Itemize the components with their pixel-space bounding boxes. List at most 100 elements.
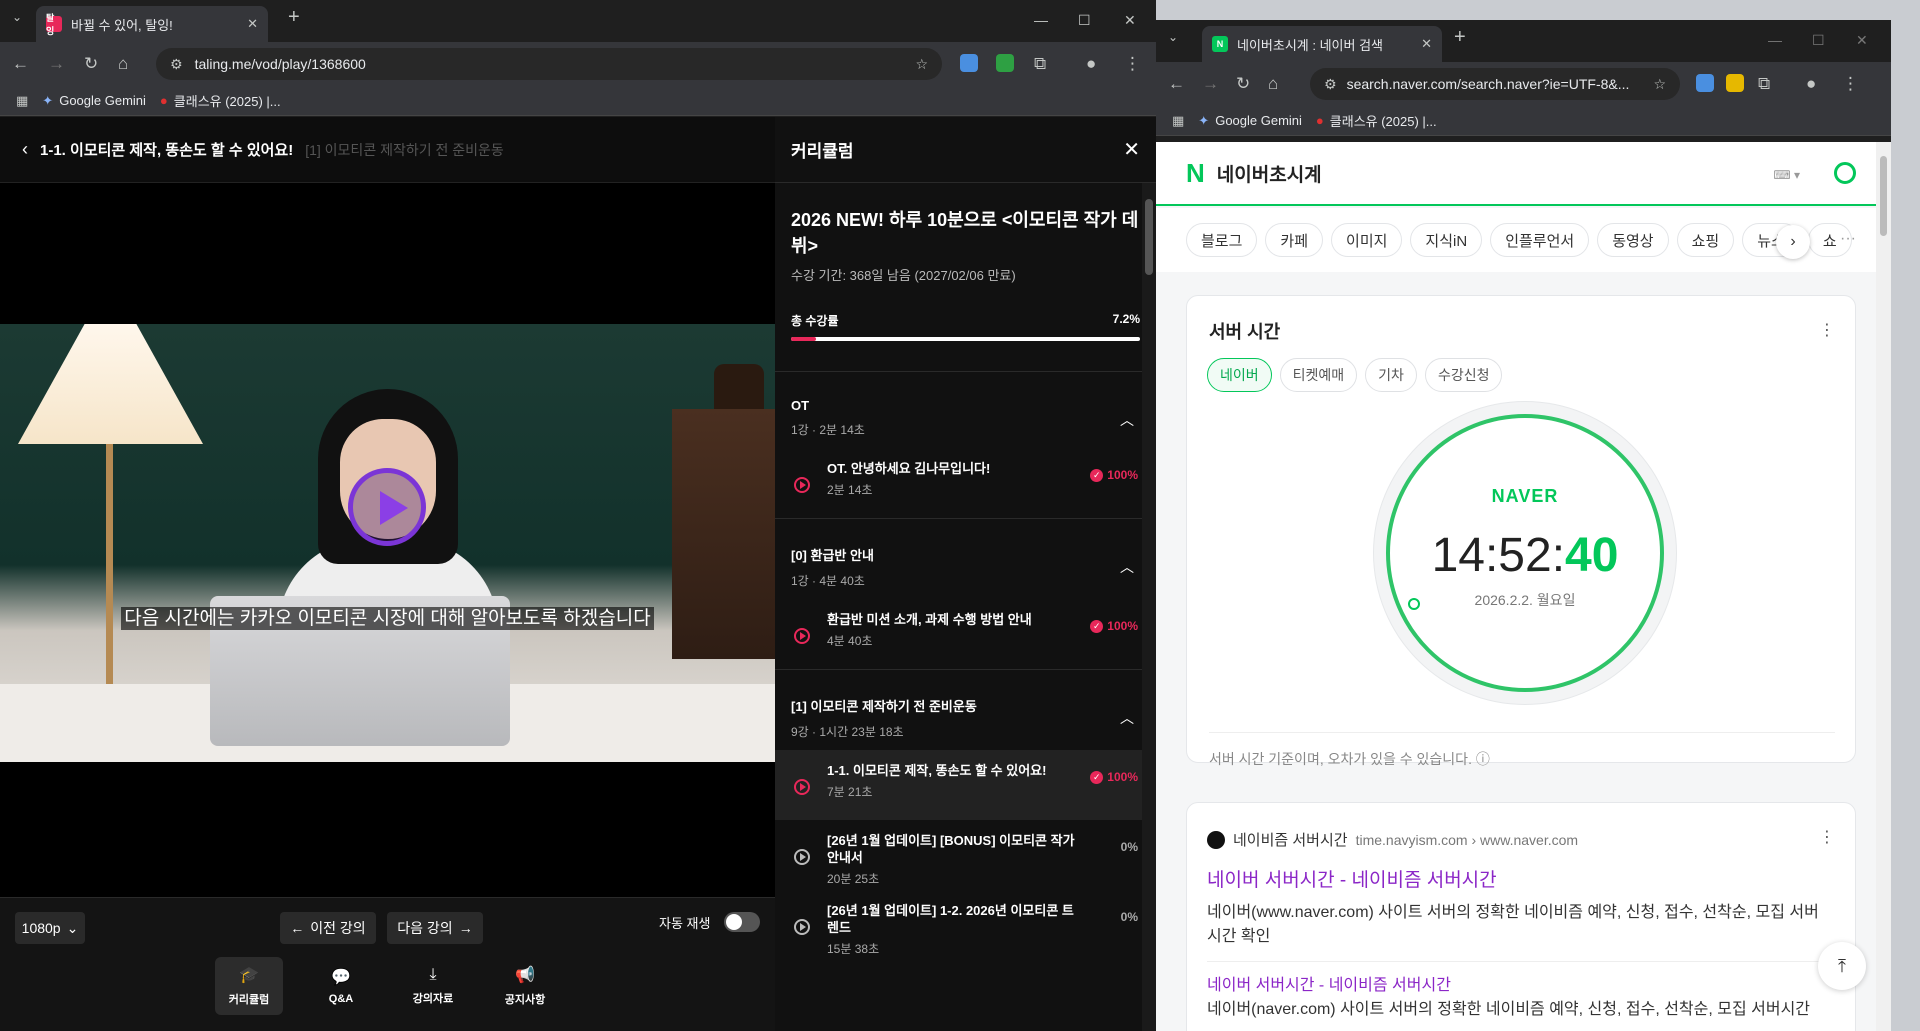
apps-grid-icon[interactable]: ▦ bbox=[1172, 113, 1184, 129]
naver-logo[interactable]: N bbox=[1186, 158, 1205, 189]
profile-icon[interactable]: ● bbox=[1086, 54, 1096, 74]
site-info-icon[interactable]: ⚙ bbox=[1324, 76, 1337, 93]
tab-blog[interactable]: 블로그 bbox=[1186, 223, 1258, 257]
info-icon[interactable]: ⓘ bbox=[1476, 751, 1490, 767]
bookmark-star-icon[interactable]: ☆ bbox=[915, 56, 928, 73]
reload-icon[interactable]: ↻ bbox=[1236, 74, 1250, 94]
lesson-item-current[interactable]: 1-1. 이모티콘 제작, 똥손도 할 수 있어요! 7분 21초 ✓ 100% bbox=[775, 750, 1156, 820]
tab-search-icon[interactable]: ⌄ bbox=[12, 10, 22, 24]
chevron-up-icon[interactable]: ︿ bbox=[1120, 410, 1134, 430]
extension-icon[interactable] bbox=[1696, 74, 1714, 92]
page-scrollbar[interactable] bbox=[1876, 142, 1891, 1031]
extension-badge-icon[interactable] bbox=[996, 54, 1014, 72]
lesson-item[interactable]: [26년 1월 업데이트] 1-2. 2026년 이모티콘 트렌드 15분 38… bbox=[775, 890, 1156, 960]
bookmark-classu[interactable]: ● 클래스유 (2025) |... bbox=[1316, 111, 1437, 130]
extension-icon[interactable] bbox=[1726, 74, 1744, 92]
curriculum-scrollbar[interactable] bbox=[1142, 183, 1156, 1031]
maximize-icon[interactable]: ☐ bbox=[1812, 32, 1825, 49]
site-info-icon[interactable]: ⚙ bbox=[170, 56, 183, 73]
forward-icon[interactable]: → bbox=[1202, 74, 1219, 94]
section-prep[interactable]: [1] 이모티콘 제작하기 전 준비운동 9강 · 1시간 23분 18초 ︿ bbox=[775, 669, 1156, 740]
tab-cafe[interactable]: 카페 bbox=[1265, 223, 1324, 257]
chip-ticket[interactable]: 티켓예매 bbox=[1279, 358, 1358, 392]
search-query[interactable]: 네이버초시계 bbox=[1217, 160, 1322, 187]
section-ot[interactable]: OT 1강 · 2분 14초 ︿ bbox=[775, 371, 1156, 438]
maximize-icon[interactable]: ☐ bbox=[1078, 12, 1091, 29]
next-lecture-button[interactable]: 다음 강의 → bbox=[387, 912, 483, 944]
home-icon[interactable]: ⌂ bbox=[1268, 74, 1278, 94]
keyboard-icon[interactable]: ⌨ ▾ bbox=[1773, 168, 1800, 182]
quality-select[interactable]: 1080p ⌄ bbox=[15, 912, 85, 944]
tab-kin[interactable]: 지식iN bbox=[1410, 223, 1483, 257]
chip-naver[interactable]: 네이버 bbox=[1207, 358, 1272, 392]
prev-lecture-button[interactable]: ← 이전 강의 bbox=[280, 912, 376, 944]
menu-kebab-icon[interactable]: ⋮ bbox=[1842, 74, 1859, 94]
chat-icon: 💬 bbox=[331, 969, 351, 986]
tab-strip: ⌄ 탈잉 바뀔 수 있어, 탈잉! ✕ + — ☐ ✕ bbox=[0, 0, 1156, 42]
lesson-item[interactable]: 환급반 미션 소개, 과제 수행 방법 안내 4분 40초 ✓ 100% bbox=[775, 599, 1156, 669]
result-site[interactable]: 네이비즘 서버시간 time.navyism.com › www.naver.c… bbox=[1207, 829, 1578, 850]
reload-icon[interactable]: ↻ bbox=[84, 54, 98, 74]
tab-close-icon[interactable]: ✕ bbox=[247, 16, 258, 32]
nav-qna[interactable]: 💬 Q&A bbox=[307, 957, 375, 1015]
extension-icon[interactable] bbox=[960, 54, 978, 72]
chevron-up-icon[interactable]: ︿ bbox=[1120, 557, 1134, 577]
window-close-icon[interactable]: ✕ bbox=[1124, 12, 1136, 29]
search-icon[interactable] bbox=[1834, 162, 1856, 184]
home-icon[interactable]: ⌂ bbox=[118, 54, 128, 74]
autoplay-toggle[interactable] bbox=[724, 912, 761, 932]
back-arrow-icon[interactable]: ‹ bbox=[22, 139, 28, 160]
forward-icon[interactable]: → bbox=[48, 54, 65, 74]
tab-taling[interactable]: 탈잉 바뀔 수 있어, 탈잉! ✕ bbox=[36, 6, 268, 42]
kebab-icon[interactable]: ⋮ bbox=[1819, 320, 1835, 340]
play-button-icon[interactable] bbox=[348, 468, 426, 546]
chevron-up-icon[interactable]: ︿ bbox=[1120, 708, 1134, 728]
apps-grid-icon[interactable]: ▦ bbox=[16, 93, 28, 109]
chip-course[interactable]: 수강신청 bbox=[1424, 358, 1503, 392]
minimize-icon[interactable]: — bbox=[1034, 12, 1048, 28]
bookmark-star-icon[interactable]: ☆ bbox=[1645, 76, 1666, 93]
section-refund[interactable]: [0] 환급반 안내 1강 · 4분 40초 ︿ bbox=[775, 518, 1156, 589]
scroll-to-top-icon[interactable]: ⤒ bbox=[1818, 942, 1866, 990]
result-sub-title-link[interactable]: 네이버 서버시간 - 네이비즘 서버시간 bbox=[1207, 971, 1451, 995]
extensions-puzzle-icon[interactable]: ⧉ bbox=[1758, 74, 1770, 94]
address-bar[interactable]: ⚙ taling.me/vod/play/1368600 ☆ bbox=[156, 48, 942, 80]
bookmark-gemini[interactable]: ✦ Google Gemini bbox=[42, 93, 146, 109]
extensions-puzzle-icon[interactable]: ⧉ bbox=[1034, 54, 1046, 74]
percent-text: 100% bbox=[1107, 619, 1138, 633]
scroll-thumb[interactable] bbox=[1880, 156, 1887, 236]
tab-shopping[interactable]: 쇼핑 bbox=[1676, 223, 1735, 257]
nav-curriculum[interactable]: 🎓 커리큘럼 bbox=[215, 957, 283, 1015]
chip-train[interactable]: 기차 bbox=[1365, 358, 1417, 392]
chevron-right-icon[interactable]: › bbox=[1776, 225, 1810, 259]
tab-video[interactable]: 동영상 bbox=[1597, 223, 1669, 257]
nav-materials[interactable]: ⤓ 강의자료 bbox=[399, 957, 467, 1015]
result-title-link[interactable]: 네이버 서버시간 - 네이비즘 서버시간 bbox=[1207, 865, 1497, 892]
tab-close-icon[interactable]: ✕ bbox=[1421, 36, 1432, 52]
menu-kebab-icon[interactable]: ⋮ bbox=[1124, 54, 1141, 74]
address-bar[interactable]: ⚙ search.naver.com/search.naver?ie=UTF-8… bbox=[1310, 68, 1680, 100]
back-icon[interactable]: ← bbox=[12, 54, 29, 74]
new-tab-icon[interactable]: + bbox=[288, 6, 300, 29]
nav-notice[interactable]: 📢 공지사항 bbox=[491, 957, 559, 1015]
bookmark-gemini[interactable]: ✦ Google Gemini bbox=[1198, 113, 1302, 129]
profile-icon[interactable]: ● bbox=[1806, 74, 1816, 94]
tab-search-icon[interactable]: ⌄ bbox=[1168, 30, 1178, 44]
bookmark-label: 클래스유 (2025) |... bbox=[173, 94, 281, 109]
back-icon[interactable]: ← bbox=[1168, 74, 1185, 94]
lesson-item[interactable]: [26년 1월 업데이트] [BONUS] 이모티콘 작가 안내서 20분 25… bbox=[775, 820, 1156, 890]
kebab-icon[interactable]: ⋮ bbox=[1819, 827, 1835, 847]
subtitle-caption: 다음 시간에는 카카오 이모티콘 시장에 대해 알아보도록 하겠습니다 bbox=[0, 603, 775, 630]
tab-influencer[interactable]: 인플루언서 bbox=[1490, 223, 1590, 257]
bookmark-classu[interactable]: ● 클래스유 (2025) |... bbox=[160, 91, 281, 110]
close-icon[interactable]: ✕ bbox=[1123, 137, 1140, 162]
video-frame[interactable] bbox=[0, 324, 775, 762]
new-tab-icon[interactable]: + bbox=[1454, 26, 1466, 49]
tab-image[interactable]: 이미지 bbox=[1331, 223, 1403, 257]
window-close-icon[interactable]: ✕ bbox=[1856, 32, 1868, 49]
scroll-thumb[interactable] bbox=[1145, 199, 1153, 275]
minimize-icon[interactable]: — bbox=[1768, 32, 1782, 48]
tab-naver[interactable]: N 네이버초시계 : 네이버 검색 ✕ bbox=[1202, 26, 1442, 62]
lesson-item[interactable]: OT. 안녕하세요 김나무입니다! 2분 14초 ✓ 100% bbox=[775, 448, 1156, 518]
more-icon[interactable]: ··· bbox=[1840, 230, 1856, 248]
